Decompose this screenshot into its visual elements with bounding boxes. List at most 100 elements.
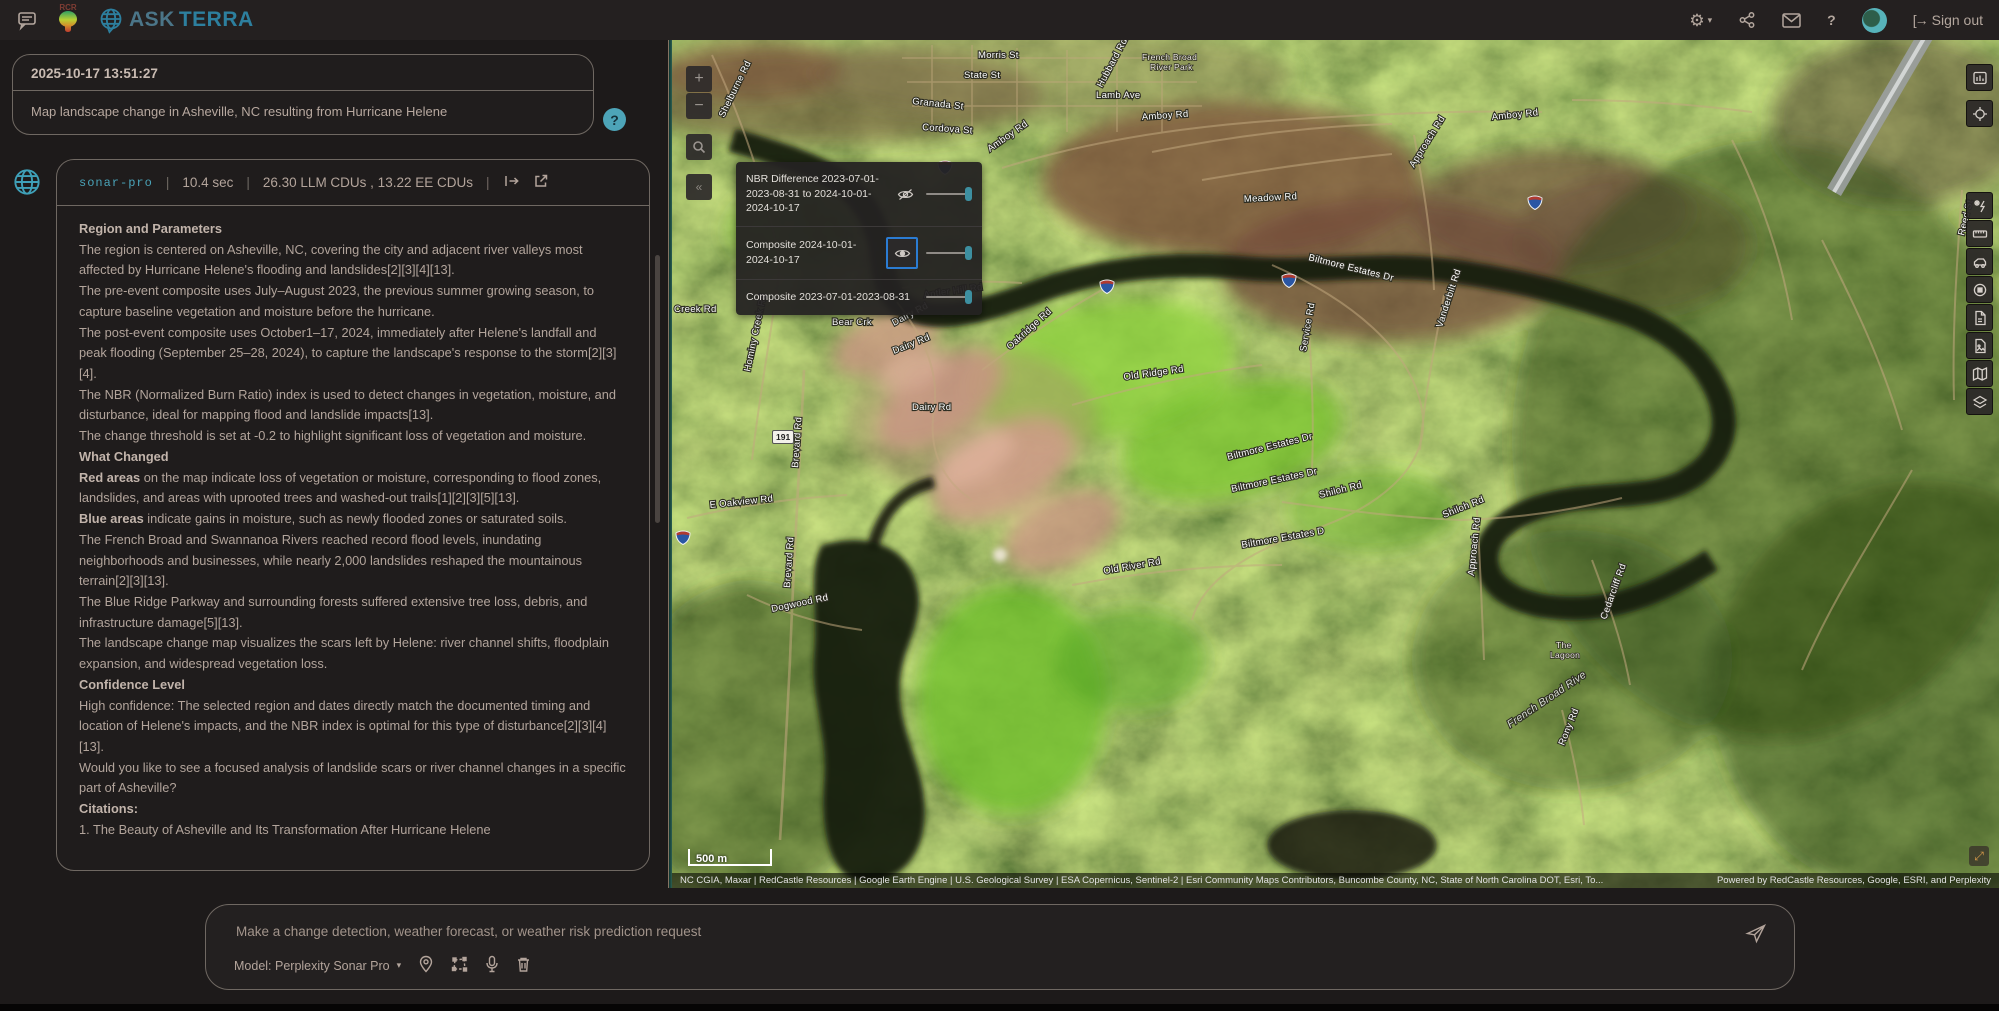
draw-region-icon[interactable]: [451, 956, 468, 976]
cdu-usage: 26.30 LLM CDUs , 13.22 EE CDUs: [263, 175, 473, 190]
layer-label: Composite 2024-10-01-2024-10-17: [746, 238, 878, 267]
measure-tool-button[interactable]: [1966, 220, 1993, 247]
separator: |: [246, 175, 250, 190]
elapsed-time: 10.4 sec: [182, 175, 233, 190]
response-paragraph: The landscape change map visualizes the …: [79, 633, 627, 674]
sign-out-button[interactable]: [→ Sign out: [1913, 12, 1983, 28]
search-icon: [692, 140, 706, 154]
response-paragraph: Blue areas indicate gains in moisture, s…: [79, 509, 627, 530]
map-road-label: Dairy Rd: [912, 402, 951, 413]
layer-row-composite-post[interactable]: Composite 2024-10-01-2024-10-17: [736, 227, 982, 280]
layer-opacity-slider[interactable]: [926, 290, 972, 304]
record-tool-button[interactable]: [1966, 276, 1993, 303]
prompt-input[interactable]: [234, 923, 1134, 940]
rcr-logo-icon[interactable]: RCR: [54, 3, 82, 38]
model-selector[interactable]: Model: Perplexity Sonar Pro ▾: [234, 959, 401, 973]
map-road-label: Bear Crk: [832, 317, 872, 328]
composer-box[interactable]: Model: Perplexity Sonar Pro ▾: [205, 904, 1795, 990]
locate-button[interactable]: [1966, 100, 1993, 127]
open-map-button[interactable]: [1966, 360, 1993, 387]
attribution-powered-by: Powered by RedCastle Resources, Google, …: [1717, 875, 1991, 886]
layer-opacity-slider[interactable]: [926, 246, 972, 260]
map-road-label: Creek Rd: [674, 304, 717, 315]
weather-tool-button[interactable]: [1966, 192, 1993, 219]
response-paragraph: 1. The Beauty of Asheville and Its Trans…: [79, 820, 627, 841]
visibility-off-icon[interactable]: [892, 182, 918, 206]
assistant-response-row: sonar-pro | 10.4 sec | 26.30 LLM CDUs , …: [12, 159, 668, 871]
map-corner-widget-icon[interactable]: ⤢: [1969, 846, 1989, 866]
assistant-response-card: sonar-pro | 10.4 sec | 26.30 LLM CDUs , …: [56, 159, 650, 871]
export-pdf-button[interactable]: [1966, 304, 1993, 331]
askterra-brand[interactable]: ASKTERRA: [98, 7, 254, 34]
response-paragraph: The French Broad and Swannanoa Rivers re…: [79, 530, 627, 592]
map-attribution-bar: NC CGIA, Maxar | RedCastle Resources | G…: [672, 873, 1999, 888]
layers-collapse-button[interactable]: «: [686, 174, 712, 200]
microphone-icon[interactable]: [485, 955, 499, 976]
response-paragraph: The region is centered on Asheville, NC,…: [79, 240, 627, 281]
send-plane-icon: [1744, 921, 1768, 945]
scale-label: 500 m: [696, 854, 727, 865]
user-query-text: Map landscape change in Asheville, NC re…: [13, 91, 593, 134]
mail-icon[interactable]: [1782, 13, 1801, 28]
main-row: 2025-10-17 13:51:27 Map landscape change…: [0, 40, 1999, 888]
model-badge: sonar-pro: [79, 176, 153, 190]
export-image-button[interactable]: [1966, 332, 1993, 359]
bottom-edge-strip: [0, 1004, 1999, 1011]
send-button[interactable]: [1744, 921, 1768, 948]
map-road-label: French Broad: [1142, 52, 1197, 62]
response-body: Region and ParametersThe region is cente…: [57, 206, 649, 854]
response-meta-bar: sonar-pro | 10.4 sec | 26.30 LLM CDUs , …: [57, 160, 649, 206]
map-scale-bar: 500 m: [688, 849, 772, 866]
zoom-out-button[interactable]: −: [686, 93, 712, 119]
brand-terra: TERRA: [179, 8, 254, 32]
chat-panel: 2025-10-17 13:51:27 Map landscape change…: [0, 40, 668, 888]
response-paragraph: The pre-event composite uses July–August…: [79, 281, 627, 322]
layer-label: NBR Difference 2023-07-01-2023-08-31 to …: [746, 172, 884, 216]
navbar-right: ⚙▾ ? [→ Sign out: [1689, 8, 1983, 33]
chevron-down-icon: ▾: [397, 960, 402, 971]
export-icon[interactable]: [503, 173, 520, 192]
attribution-sources: NC CGIA, Maxar | RedCastle Resources | G…: [680, 875, 1603, 886]
response-heading: Citations:: [79, 799, 627, 820]
user-avatar[interactable]: [1862, 8, 1887, 33]
location-pin-icon[interactable]: [418, 955, 434, 976]
response-heading: What Changed: [79, 447, 627, 468]
svg-text:RCR: RCR: [59, 3, 77, 12]
layer-row-nbr-difference[interactable]: NBR Difference 2023-07-01-2023-08-31 to …: [736, 162, 982, 227]
assistant-globe-icon: [12, 159, 46, 871]
settings-gear-icon[interactable]: ⚙▾: [1689, 12, 1712, 29]
response-paragraph: High confidence: The selected region and…: [79, 696, 627, 758]
map-search-button[interactable]: [686, 134, 712, 160]
help-icon[interactable]: ?: [1827, 12, 1836, 28]
route-marker-191: 191: [772, 430, 794, 444]
sign-out-label: Sign out: [1932, 12, 1983, 28]
chat-help-icon[interactable]: ?: [603, 108, 626, 131]
layer-opacity-slider[interactable]: [926, 187, 972, 201]
zoom-in-button[interactable]: +: [686, 66, 712, 92]
chat-scrollbar[interactable]: [655, 255, 660, 523]
navbar-left: RCR ASKTERRA: [16, 3, 254, 38]
composer-area: Model: Perplexity Sonar Pro ▾: [0, 888, 1999, 1011]
map-road-label: Lamb Ave: [1096, 90, 1140, 101]
top-navbar: RCR ASKTERRA ⚙▾ ?: [0, 0, 1999, 40]
map-road-label: State St: [964, 70, 1000, 81]
layer-row-composite-pre[interactable]: Composite 2023-07-01-2023-08-31: [736, 280, 982, 315]
trash-icon[interactable]: [516, 956, 531, 976]
share-icon[interactable]: [1738, 11, 1756, 29]
response-paragraph: The Blue Ridge Parkway and surrounding f…: [79, 592, 627, 633]
layer-label: Composite 2023-07-01-2023-08-31: [746, 290, 918, 305]
vehicle-tool-button[interactable]: [1966, 248, 1993, 275]
visibility-on-icon[interactable]: [886, 237, 918, 269]
map-tool-group: [1966, 192, 1993, 415]
chat-history-icon[interactable]: [16, 9, 38, 31]
open-external-icon[interactable]: [533, 173, 549, 192]
map-layers-button[interactable]: [1966, 388, 1993, 415]
basemap-gallery-button[interactable]: [1966, 64, 1993, 91]
response-heading: Region and Parameters: [79, 219, 627, 240]
map-panel[interactable]: Morris StState StGranada StCordova StHub…: [672, 40, 1999, 888]
model-selector-label: Model: Perplexity Sonar Pro: [234, 959, 390, 973]
brand-ask: ASK: [129, 8, 175, 32]
message-timestamp: 2025-10-17 13:51:27: [13, 55, 593, 91]
layers-panel: NBR Difference 2023-07-01-2023-08-31 to …: [736, 162, 982, 315]
separator: |: [166, 175, 170, 190]
